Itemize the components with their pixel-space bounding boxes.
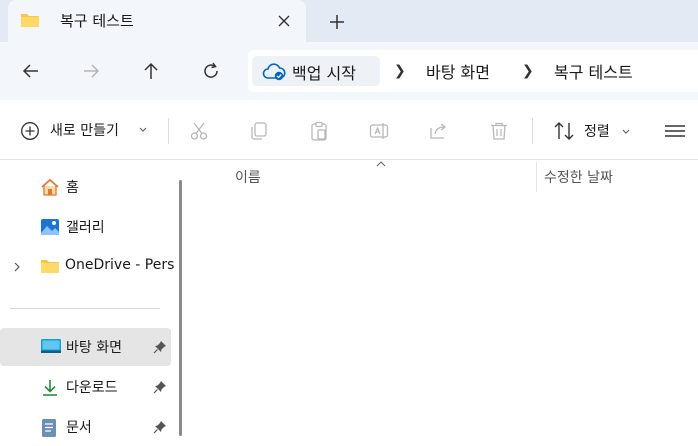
- address-bar[interactable]: 백업 시작 ❯ 바탕 화면 ❯ 복구 테스트: [248, 50, 698, 92]
- forward-arrow-icon[interactable]: [80, 60, 102, 82]
- file-list[interactable]: 이름 수정한 날짜: [190, 160, 698, 436]
- document-icon: [42, 419, 56, 437]
- nav-item-desktop[interactable]: 바탕 화면: [0, 328, 171, 366]
- plus-circle-icon: [21, 122, 39, 140]
- nav-item-label: 바탕 화면: [66, 340, 122, 356]
- up-arrow-icon[interactable]: [140, 60, 162, 82]
- column-header-date[interactable]: 수정한 날짜: [544, 167, 613, 187]
- column-divider[interactable]: [536, 162, 537, 192]
- column-header-name[interactable]: 이름: [235, 167, 261, 187]
- delete-icon[interactable]: [488, 120, 510, 142]
- new-tab-icon[interactable]: [326, 11, 348, 33]
- refresh-icon[interactable]: [200, 60, 222, 82]
- view-list-icon[interactable]: [664, 122, 686, 140]
- gallery-icon: [41, 219, 59, 235]
- nav-scrollbar[interactable]: [179, 180, 182, 436]
- folder-icon: [41, 260, 59, 273]
- tab-strip: 복구 테스트: [0, 0, 698, 42]
- folder-icon: [21, 14, 39, 27]
- toolbar-divider: [532, 118, 533, 144]
- share-icon[interactable]: [428, 120, 450, 142]
- nav-item-gallery[interactable]: 갤러리: [0, 208, 171, 246]
- command-bar: 새로 만들기 정렬: [0, 100, 698, 160]
- breadcrumb-root-label: 백업 시작: [292, 64, 356, 83]
- home-icon: [41, 178, 59, 196]
- breadcrumb-root[interactable]: 백업 시작: [252, 56, 380, 86]
- copy-icon[interactable]: [248, 120, 270, 142]
- sort-ascending-icon: [376, 161, 386, 167]
- pin-icon[interactable]: [153, 380, 167, 394]
- tab-title: 복구 테스트: [60, 12, 134, 30]
- desktop-icon: [41, 339, 61, 353]
- tab-active[interactable]: 복구 테스트: [8, 0, 306, 42]
- rename-icon[interactable]: [368, 120, 390, 142]
- sort-icon[interactable]: [552, 120, 576, 142]
- download-icon: [43, 380, 57, 396]
- nav-item-downloads[interactable]: 다운로드: [0, 368, 171, 406]
- paste-icon[interactable]: [308, 120, 330, 142]
- new-button-label: 새로 만들기: [50, 123, 119, 139]
- chevron-right-icon[interactable]: ❯: [522, 63, 534, 79]
- pin-icon[interactable]: [153, 340, 167, 354]
- nav-item-label: 다운로드: [66, 380, 118, 396]
- close-icon[interactable]: [274, 11, 294, 31]
- toolbar-divider: [168, 118, 169, 144]
- breadcrumb-item[interactable]: 바탕 화면: [426, 59, 490, 83]
- nav-item-label: 갤러리: [66, 220, 105, 236]
- nav-item-documents[interactable]: 문서: [0, 408, 171, 446]
- cloud-sync-icon: [262, 63, 286, 81]
- nav-item-onedrive[interactable]: OneDrive - Pers: [0, 248, 175, 286]
- address-row: 백업 시작 ❯ 바탕 화면 ❯ 복구 테스트: [0, 42, 698, 100]
- nav-divider: [10, 308, 160, 309]
- cut-icon[interactable]: [188, 120, 210, 142]
- chevron-right-icon[interactable]: [12, 261, 22, 273]
- back-arrow-icon[interactable]: [20, 60, 42, 82]
- sort-button-label[interactable]: 정렬: [584, 121, 610, 141]
- nav-item-home[interactable]: 홈: [0, 168, 171, 206]
- navigation-pane: 홈 갤러리 OneDrive - Pers 바탕 화면 다운로드 문서: [0, 160, 178, 437]
- breadcrumb-item[interactable]: 복구 테스트: [554, 59, 633, 83]
- nav-item-label: 홈: [66, 180, 79, 196]
- nav-item-label: OneDrive - Pers: [65, 257, 175, 273]
- chevron-down-icon: [139, 127, 147, 132]
- column-header-row: 이름 수정한 날짜: [190, 160, 698, 192]
- chevron-right-icon[interactable]: ❯: [394, 63, 406, 79]
- chevron-down-icon: [622, 129, 630, 134]
- pin-icon[interactable]: [153, 420, 167, 434]
- nav-item-label: 문서: [66, 420, 92, 436]
